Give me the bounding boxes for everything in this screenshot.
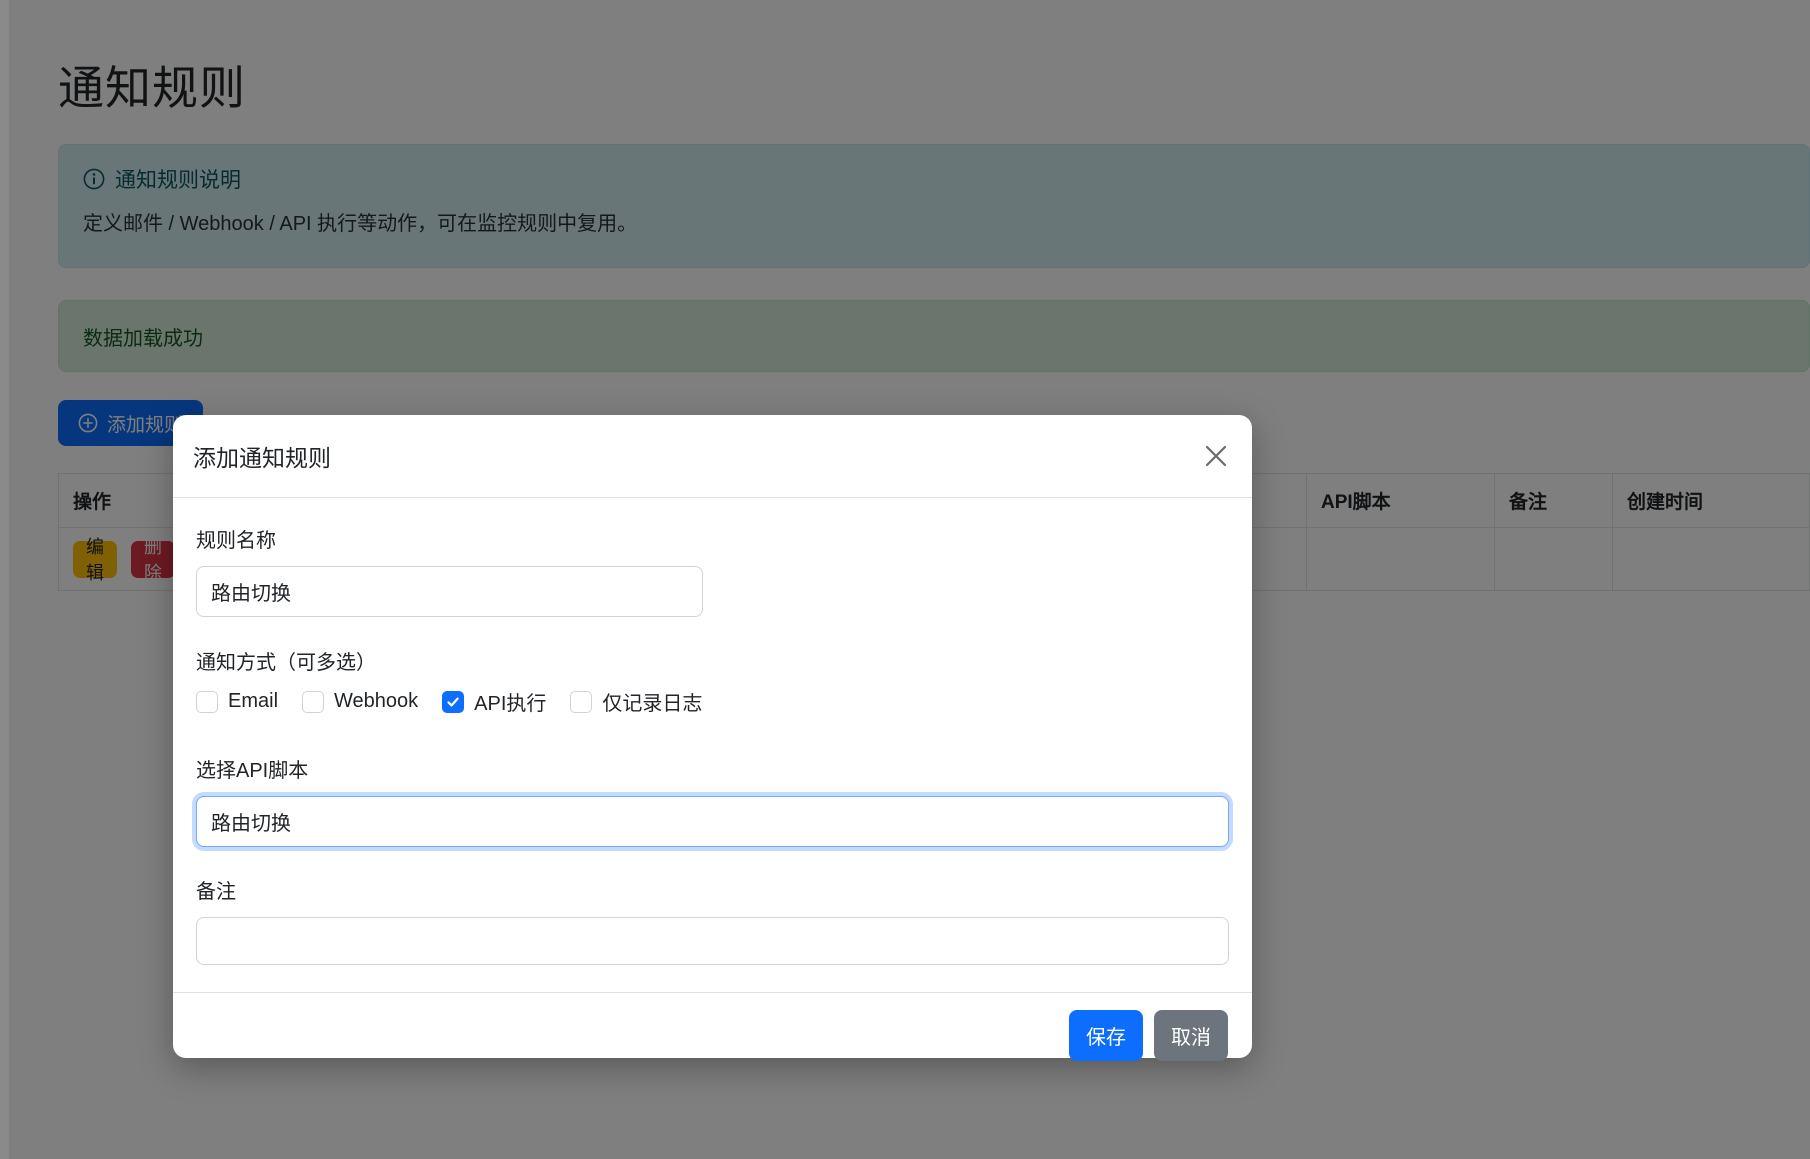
modal-body: 规则名称 通知方式（可多选） Email Webhook bbox=[173, 498, 1252, 965]
notify-methods-group: Email Webhook API执行 仅记录日志 bbox=[196, 687, 1229, 716]
save-button[interactable]: 保存 bbox=[1069, 1010, 1143, 1061]
rule-name-label: 规则名称 bbox=[196, 530, 276, 552]
checkbox-email-label: Email bbox=[228, 690, 279, 712]
add-rule-modal: 添加通知规则 规则名称 通知方式（可多选） Email bbox=[173, 415, 1252, 1061]
screen: 通知规则 通知规则说明 定义邮件 / Webhook / API 执行等动作，可… bbox=[0, 0, 1810, 1159]
remark-input[interactable] bbox=[196, 917, 1229, 965]
checkbox-email-box bbox=[196, 690, 218, 713]
checkbox-webhook-label: Webhook bbox=[334, 690, 419, 712]
checkbox-api-exec-box bbox=[442, 690, 465, 713]
close-button[interactable] bbox=[1199, 439, 1233, 473]
checkbox-log-only[interactable]: 仅记录日志 bbox=[570, 687, 702, 716]
modal-header: 添加通知规则 bbox=[173, 415, 1252, 498]
api-script-label: 选择API脚本 bbox=[196, 760, 309, 782]
checkbox-log-only-label: 仅记录日志 bbox=[602, 693, 703, 715]
cancel-button[interactable]: 取消 bbox=[1154, 1010, 1228, 1061]
api-script-select[interactable] bbox=[196, 796, 1229, 847]
checkbox-webhook-box bbox=[302, 690, 325, 713]
checkbox-log-only-box bbox=[570, 690, 593, 713]
rule-name-input[interactable] bbox=[196, 566, 703, 617]
checkbox-webhook[interactable]: Webhook bbox=[302, 690, 418, 713]
close-icon bbox=[1205, 445, 1227, 467]
checkbox-email[interactable]: Email bbox=[196, 690, 278, 713]
modal-title: 添加通知规则 bbox=[193, 445, 331, 471]
checkbox-api-exec-label: API执行 bbox=[474, 693, 547, 715]
left-edge-strip bbox=[0, 0, 9, 1159]
checkbox-api-exec[interactable]: API执行 bbox=[442, 687, 546, 716]
modal-footer: 保存 取消 bbox=[173, 992, 1252, 1078]
remark-label: 备注 bbox=[196, 881, 236, 903]
notify-methods-label: 通知方式（可多选） bbox=[196, 652, 376, 674]
